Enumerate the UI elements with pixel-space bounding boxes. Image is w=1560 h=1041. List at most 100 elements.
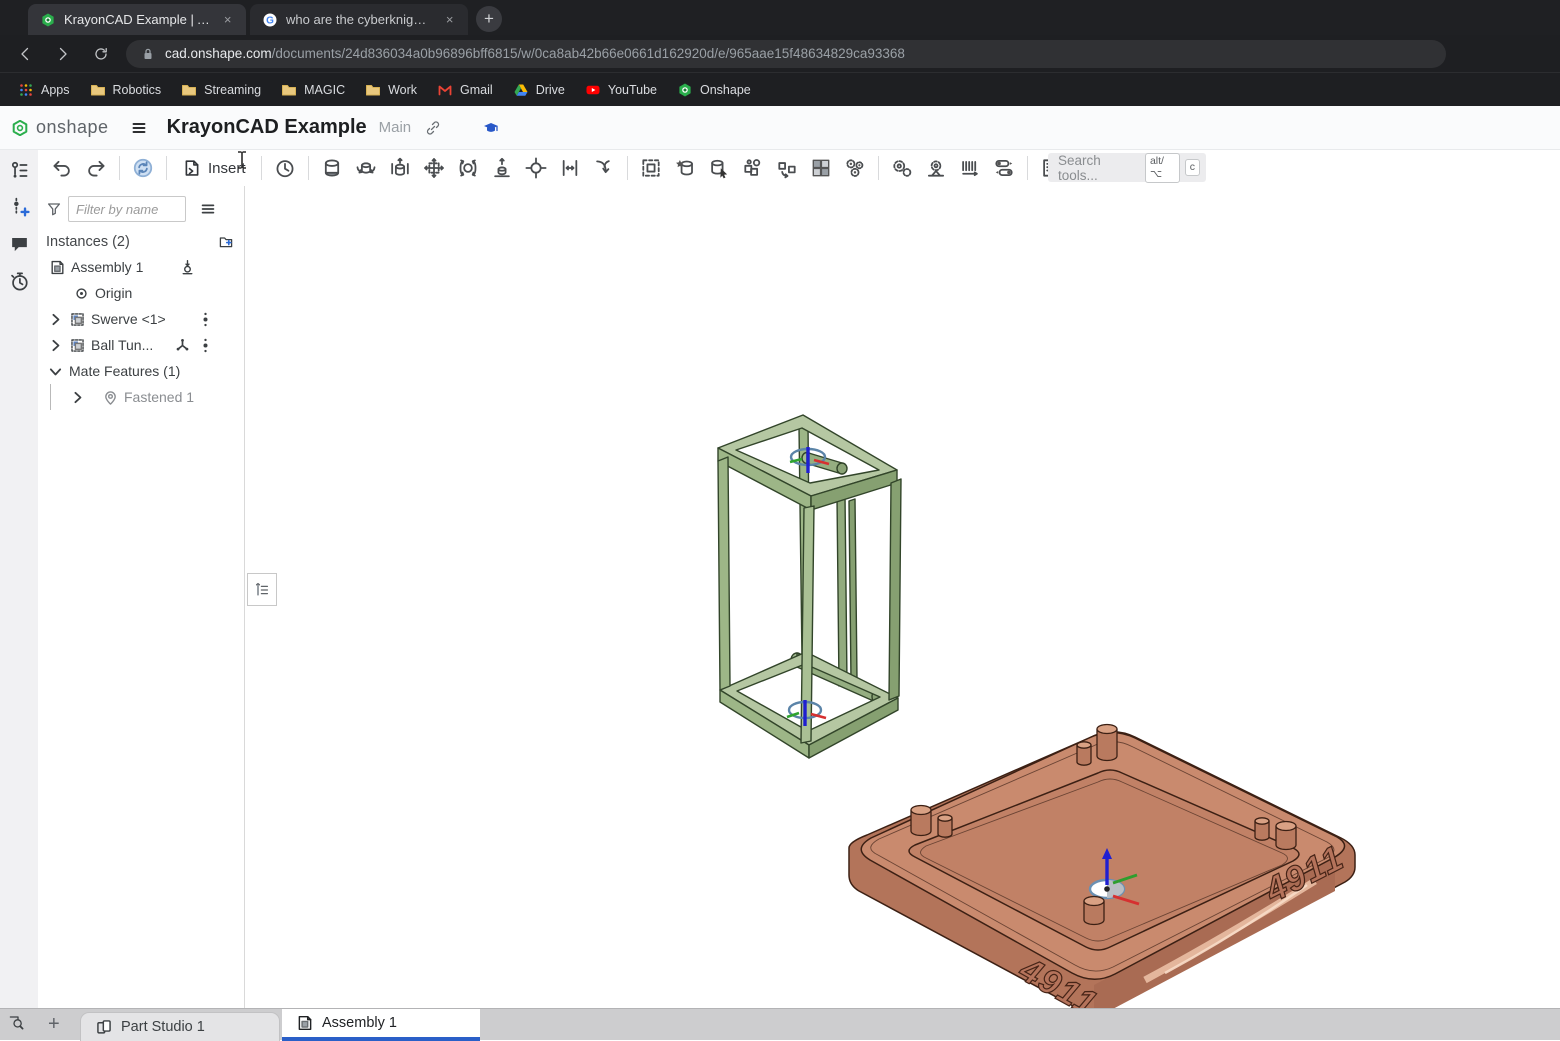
toggle-switches-icon[interactable]: [988, 153, 1020, 183]
learning-center-icon[interactable]: [483, 120, 499, 136]
new-folder-icon[interactable]: [218, 234, 234, 250]
mate-connector-triad-top: [790, 447, 829, 473]
toolbar-separator: [1027, 156, 1028, 180]
bookmark-magic[interactable]: MAGIC: [273, 78, 353, 102]
onshape-header: onshape KrayonCAD Example Main: [0, 106, 1560, 150]
add-tab-button[interactable]: +: [48, 1013, 60, 1036]
share-link-icon[interactable]: [425, 120, 441, 136]
cylinder-icon[interactable]: [316, 153, 348, 183]
mate-connector-dots-icon[interactable]: [197, 311, 214, 328]
toolbar-separator: [308, 156, 309, 180]
grid-squares-icon[interactable]: [805, 153, 837, 183]
tree-row-mate-features[interactable]: Mate Features (1): [38, 358, 244, 384]
branch-name[interactable]: Main: [379, 119, 412, 136]
chevron-down-icon[interactable]: [47, 363, 64, 380]
tab-assembly[interactable]: Assembly 1: [282, 1009, 480, 1041]
browser-tab-onshape[interactable]: KrayonCAD Example | Assembly ×: [28, 4, 246, 35]
bookmark-work[interactable]: Work: [357, 78, 425, 102]
bookmark-onshape[interactable]: Onshape: [669, 78, 759, 102]
cylinder-cursor-icon[interactable]: [703, 153, 735, 183]
url-bar[interactable]: cad.onshape.com/documents/24d836034a0b96…: [126, 40, 1446, 68]
box-select-icon[interactable]: [635, 153, 667, 183]
gear-star-icon[interactable]: [920, 153, 952, 183]
orbit-icon[interactable]: [452, 153, 484, 183]
tree-row-ball-tun[interactable]: Ball Tun...: [38, 332, 244, 358]
new-tab-button[interactable]: +: [476, 6, 502, 32]
drive-icon: [513, 82, 529, 98]
onshape-hexagon-icon: [12, 120, 28, 136]
chevron-right-icon[interactable]: [47, 311, 64, 328]
toolbar-separator: [166, 156, 167, 180]
assembly-icon: [49, 259, 66, 276]
filter-icon[interactable]: [46, 201, 62, 217]
copper-base-part[interactable]: 4911 4911: [845, 715, 1375, 1010]
history-icon[interactable]: [9, 271, 30, 292]
gears-cluster-icon[interactable]: [839, 153, 871, 183]
bookmark-apps[interactable]: Apps: [10, 78, 78, 102]
bookmark-gmail[interactable]: Gmail: [429, 78, 501, 102]
revolute-mate-button[interactable]: [269, 153, 301, 183]
lift-icon[interactable]: [486, 153, 518, 183]
mate-connector-dots-icon[interactable]: [197, 337, 214, 354]
redo-button[interactable]: [80, 153, 112, 183]
lock-icon: [140, 46, 156, 62]
bookmark-streaming[interactable]: Streaming: [173, 78, 269, 102]
versions-icon[interactable]: [9, 160, 30, 181]
reload-button[interactable]: [88, 41, 114, 67]
update-sync-button[interactable]: [127, 153, 159, 183]
crosshair-icon[interactable]: [520, 153, 552, 183]
green-frame-part[interactable]: [690, 400, 920, 760]
tree-row-origin[interactable]: Origin: [38, 280, 244, 306]
search-tools-box[interactable]: Search tools... alt/⌥ c: [1048, 153, 1206, 182]
cylinder-rotate-icon[interactable]: [350, 153, 382, 183]
tab-part-studio[interactable]: Part Studio 1: [80, 1012, 280, 1041]
close-tab-icon[interactable]: ×: [219, 11, 236, 29]
cylinder-raise-icon[interactable]: [384, 153, 416, 183]
app-window: KrayonCAD Example | Assembly × G who are…: [0, 0, 1560, 1040]
rack-icon[interactable]: [954, 153, 986, 183]
back-button[interactable]: [12, 41, 38, 67]
bookmark-robotics[interactable]: Robotics: [82, 78, 170, 102]
search-tools-placeholder: Search tools...: [1058, 153, 1140, 183]
star-cylinder-icon[interactable]: [669, 153, 701, 183]
comment-icon[interactable]: [9, 234, 30, 255]
browser-tab-bar: KrayonCAD Example | Assembly × G who are…: [0, 0, 1560, 35]
tab-search-icon[interactable]: [8, 1014, 24, 1030]
onshape-logo-icon: [677, 82, 693, 98]
undo-button[interactable]: [46, 153, 78, 183]
bookmark-drive[interactable]: Drive: [505, 78, 573, 102]
browser-tab-google[interactable]: G who are the cyberknights - Goog ×: [250, 4, 468, 35]
snap-arrow-icon[interactable]: [588, 153, 620, 183]
bookmark-youtube[interactable]: YouTube: [577, 78, 665, 102]
tree-guide-line: [50, 384, 51, 410]
list-view-icon[interactable]: [200, 201, 216, 217]
transfer-parts-icon[interactable]: [771, 153, 803, 183]
folder-icon: [181, 82, 197, 98]
close-tab-icon[interactable]: ×: [441, 11, 458, 29]
google-favicon: G: [262, 12, 278, 28]
part-studio-icon: [95, 1018, 113, 1036]
graphics-viewport[interactable]: 4911 4911: [246, 186, 1560, 1008]
subassembly-icon: [69, 337, 86, 354]
tree-row-fastened[interactable]: Fastened 1: [38, 384, 244, 410]
move-cross-icon[interactable]: [418, 153, 450, 183]
onshape-logo[interactable]: onshape: [12, 117, 109, 138]
subassembly-icon: [69, 311, 86, 328]
add-mate-connector-icon[interactable]: [9, 197, 30, 218]
document-tab-bar: + Part Studio 1 Assembly 1: [0, 1008, 1560, 1040]
tree-row-swerve[interactable]: Swerve <1>: [38, 306, 244, 332]
gears-pair-icon[interactable]: [886, 153, 918, 183]
left-icon-rail: [0, 150, 38, 1008]
tree-row-assembly[interactable]: Assembly 1: [38, 254, 244, 280]
document-menu-icon[interactable]: [131, 120, 147, 136]
chevron-right-icon[interactable]: [69, 389, 86, 406]
ground-icon[interactable]: [179, 259, 196, 276]
group-parts-icon[interactable]: [737, 153, 769, 183]
forward-button[interactable]: [50, 41, 76, 67]
planes-icon[interactable]: [554, 153, 586, 183]
filter-input[interactable]: [68, 196, 186, 222]
folder-icon: [90, 82, 106, 98]
chevron-right-icon[interactable]: [47, 337, 64, 354]
mate-icon[interactable]: [174, 337, 191, 354]
features-flyout-handle[interactable]: [247, 573, 277, 606]
